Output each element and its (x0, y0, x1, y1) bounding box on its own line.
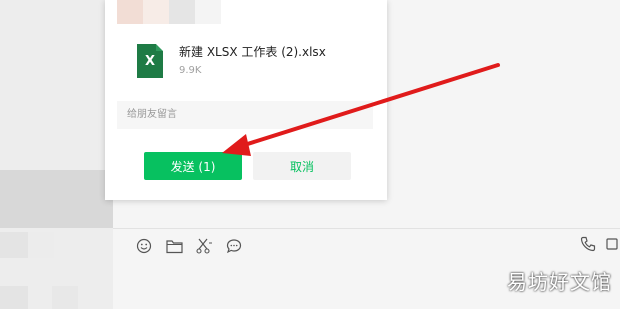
red-arrow-annotation (222, 63, 500, 156)
watermark-text: 易坊好文馆 (507, 270, 612, 294)
